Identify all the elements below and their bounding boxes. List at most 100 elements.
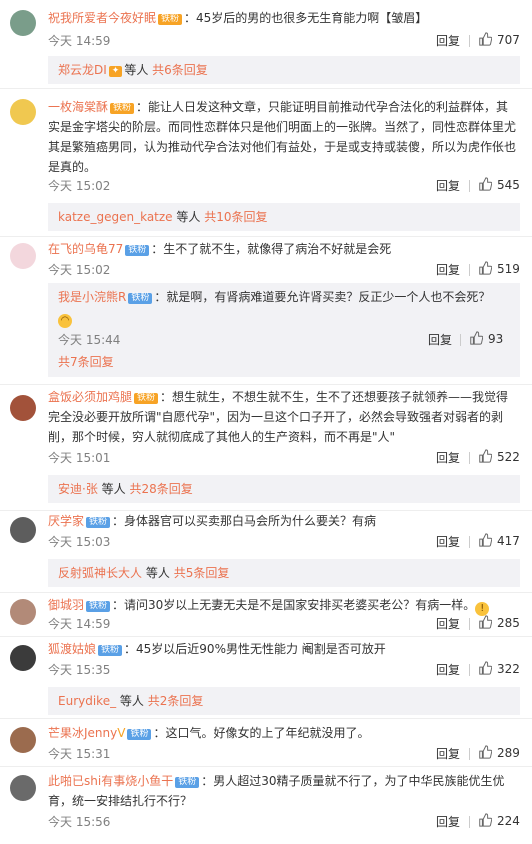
more-replies-link[interactable]: 共7条回复 xyxy=(58,353,114,370)
fan-badge-icon: ✦ xyxy=(108,66,123,77)
more-replies-link[interactable]: 共28条回复 xyxy=(130,482,193,496)
reply-button[interactable]: 回复 xyxy=(436,261,460,278)
sub-etc: 等人 xyxy=(145,566,170,580)
more-replies-link[interactable]: 共10条回复 xyxy=(204,210,267,224)
comment-username[interactable]: 厌学家 xyxy=(48,514,84,528)
reply-button[interactable]: 回复 xyxy=(436,177,460,194)
reply-username[interactable]: katze_gegen_katze xyxy=(58,210,173,224)
reply-button[interactable]: 回复 xyxy=(436,449,460,466)
reply-username[interactable]: 安迪·张 xyxy=(58,482,98,496)
comment-username[interactable]: 此啪已shi有事烧小鱼干 xyxy=(48,774,173,788)
fan-badge-icon: 铁粉 xyxy=(86,517,111,528)
comment-body: 厌学家 铁粉 ：身体器官可以买卖那白马会所为什么要关？有病 xyxy=(48,511,520,531)
reply-button[interactable]: 回复 xyxy=(436,745,460,762)
like-count: 522 xyxy=(497,450,520,464)
reply-button[interactable]: 回复 xyxy=(436,813,460,830)
like-button[interactable]: 289 xyxy=(478,745,520,760)
comment-time: 今天 15:01 xyxy=(48,451,111,465)
comment-item: 一枚海棠酥 铁粉 ：能让人日发这种文章，只能证明目前推动代孕合法化的利益群体，其实是… xyxy=(0,88,532,233)
comment-username[interactable]: 盒饭必须加鸡腿 xyxy=(48,390,132,404)
reply-button[interactable]: 回复 xyxy=(436,615,460,632)
like-button[interactable]: 93 xyxy=(469,331,503,346)
comment-username[interactable]: 狐渡姑娘 xyxy=(48,642,96,656)
like-button[interactable]: 522 xyxy=(478,449,520,464)
thumbs-up-icon xyxy=(479,813,492,827)
comment-username[interactable]: 芒果冰Jenny xyxy=(48,726,117,740)
emoji-icon: ! xyxy=(475,602,490,616)
sub-replies: Eurydike_ 等人 共2条回复 xyxy=(48,687,520,715)
avatar[interactable] xyxy=(10,517,36,543)
like-button[interactable]: 224 xyxy=(478,813,520,828)
comment-time: 今天 15:56 xyxy=(48,815,111,829)
comment-time: 今天 14:59 xyxy=(48,617,111,631)
divider xyxy=(460,334,461,346)
comment-username[interactable]: 御城羽 xyxy=(48,598,84,612)
like-count: 322 xyxy=(497,662,520,676)
comment-username[interactable]: 在飞的乌龟77 xyxy=(48,242,123,256)
reply-button[interactable]: 回复 xyxy=(428,331,452,348)
reply-button[interactable]: 回复 xyxy=(436,661,460,678)
comment-body: 芒果冰JennyV 铁粉 ：这口气。好像女的上了年纪就没用了。 xyxy=(48,723,520,743)
reply-username[interactable]: Eurydike_ xyxy=(58,694,116,708)
avatar[interactable] xyxy=(10,99,36,125)
divider xyxy=(469,536,470,548)
like-count: 707 xyxy=(497,33,520,47)
like-button[interactable]: 519 xyxy=(478,261,520,276)
reply-username[interactable]: 我是小浣熊R xyxy=(58,290,126,304)
sub-replies: 反射弧神长大人 等人 共5条回复 xyxy=(48,559,520,587)
comment-username[interactable]: 祝我所爱者今夜好眠 xyxy=(48,11,156,25)
reply-username[interactable]: 郑云龙DI xyxy=(58,63,107,77)
fan-badge-icon: 铁粉 xyxy=(134,393,159,404)
more-replies-link[interactable]: 共6条回复 xyxy=(152,63,208,77)
like-button[interactable]: 545 xyxy=(478,177,520,192)
comment-time: 今天 15:02 xyxy=(48,179,111,193)
thumbs-up-icon xyxy=(479,32,492,46)
like-count: 545 xyxy=(497,178,520,192)
comment-time: 今天 15:35 xyxy=(48,663,111,677)
avatar[interactable] xyxy=(10,775,36,801)
like-button[interactable]: 285 xyxy=(478,615,520,630)
avatar[interactable] xyxy=(10,599,36,625)
comment-text: ：45岁以后近90%男性无性能力 阉割是否可放开 xyxy=(124,642,386,656)
comment-body: 御城羽 铁粉 ：请问30岁以上无妻无夫是不是国家安排买老婆买老公？有病一样。! xyxy=(48,595,520,616)
sub-etc: 等人 xyxy=(119,694,144,708)
sub-replies: 郑云龙DI ✦ 等人 共6条回复 xyxy=(48,56,520,84)
divider xyxy=(469,748,470,760)
like-button[interactable]: 322 xyxy=(478,661,520,676)
comment-item: 狐渡姑娘 铁粉 ：45岁以后近90%男性无性能力 阉割是否可放开 今天 15:35 … xyxy=(0,636,532,715)
comment-username[interactable]: 一枚海棠酥 xyxy=(48,100,108,114)
comment-item: 御城羽 铁粉 ：请问30岁以上无妻无夫是不是国家安排买老婆买老公？有病一样。! 今天… xyxy=(0,592,532,635)
comment-item: 厌学家 铁粉 ：身体器官可以买卖那白马会所为什么要关？有病 今天 15:03 回复 … xyxy=(0,510,532,591)
divider xyxy=(469,264,470,276)
sub-etc: 等人 xyxy=(124,63,149,77)
thumbs-up-icon xyxy=(479,745,492,759)
comment-text: ：身体器官可以买卖那白马会所为什么要关？有病 xyxy=(112,514,377,528)
nested-reply: 我是小浣熊R 铁粉 ：就是啊，有肾病难道要允许肾买卖？反正少一个人也不会死？ ◠ 今天… xyxy=(48,283,520,377)
fan-badge-icon: 铁粉 xyxy=(127,729,152,740)
avatar[interactable] xyxy=(10,645,36,671)
like-count: 285 xyxy=(497,616,520,630)
thumbs-up-icon xyxy=(479,661,492,675)
avatar[interactable] xyxy=(10,727,36,753)
comment-item: 祝我所爱者今夜好眠 铁粉 ：45岁后的男的也很多无生育能力啊【皱眉】 今天 14:5… xyxy=(0,0,532,84)
like-button[interactable]: 707 xyxy=(478,32,520,47)
fan-badge-icon: 铁粉 xyxy=(158,14,183,25)
like-button[interactable]: 417 xyxy=(478,533,520,548)
comment-item: 芒果冰JennyV 铁粉 ：这口气。好像女的上了年纪就没用了。 今天 15:31 回… xyxy=(0,718,532,767)
comment-item: 在飞的乌龟77 铁粉 ：生不了就不生，就像得了病治不好就是会死 今天 15:02 回… xyxy=(0,236,532,381)
avatar[interactable] xyxy=(10,395,36,421)
reply-button[interactable]: 回复 xyxy=(436,533,460,550)
sub-replies: 安迪·张 等人 共28条回复 xyxy=(48,475,520,503)
more-replies-link[interactable]: 共5条回复 xyxy=(174,566,230,580)
avatar[interactable] xyxy=(10,10,36,36)
more-replies-link[interactable]: 共2条回复 xyxy=(148,694,204,708)
avatar[interactable] xyxy=(10,243,36,269)
comment-body: 盒饭必须加鸡腿 铁粉 ：想生就生，不想生就不生，生不了还想要孩子就领养——我觉得完全… xyxy=(48,387,520,447)
reply-username[interactable]: 反射弧神长大人 xyxy=(58,566,142,580)
comment-body: 祝我所爱者今夜好眠 铁粉 ：45岁后的男的也很多无生育能力啊【皱眉】 xyxy=(48,8,520,28)
thumbs-up-icon xyxy=(479,533,492,547)
divider xyxy=(469,452,470,464)
reply-button[interactable]: 回复 xyxy=(436,32,460,49)
reply-time: 今天 15:44 xyxy=(58,333,121,347)
thumbs-up-icon xyxy=(479,615,492,629)
